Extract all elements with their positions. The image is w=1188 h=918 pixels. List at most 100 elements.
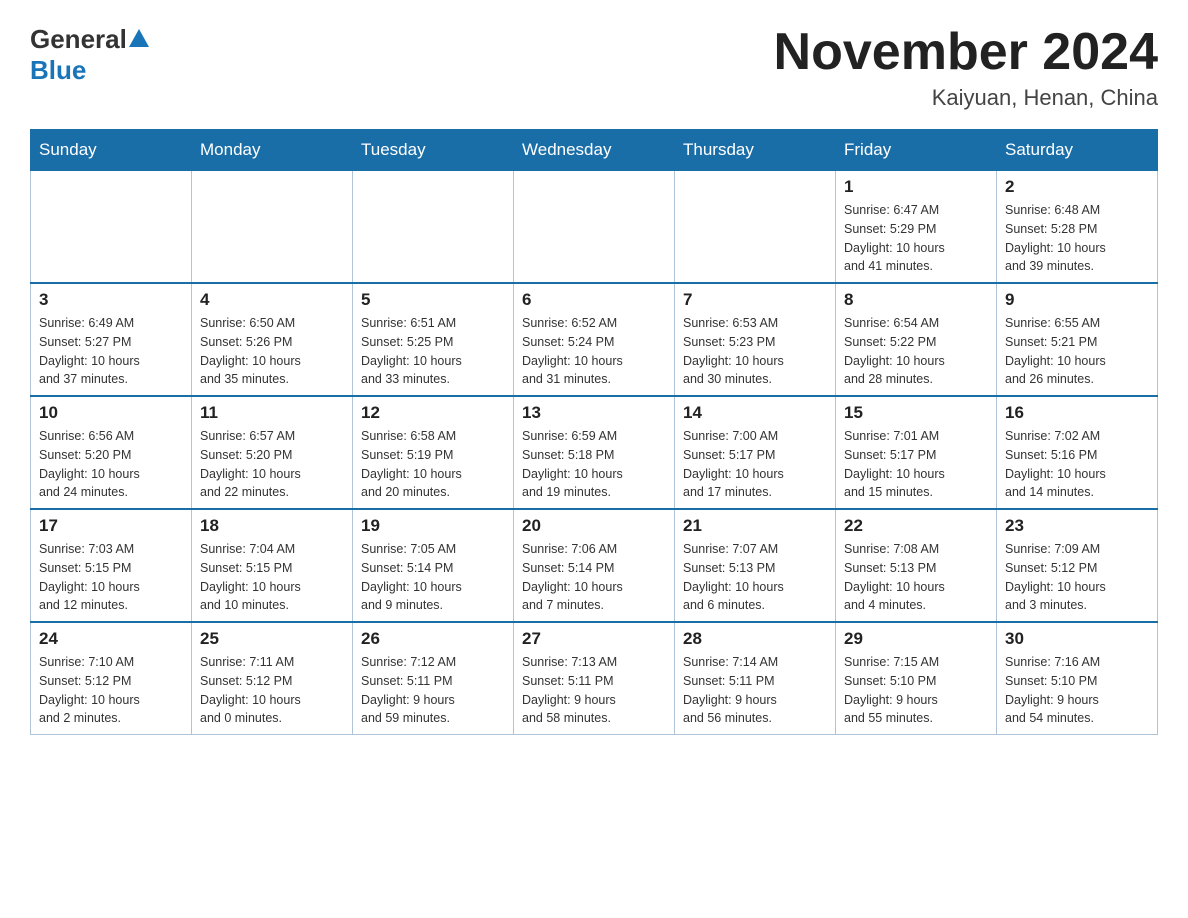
calendar-cell: 22Sunrise: 7:08 AM Sunset: 5:13 PM Dayli… <box>836 509 997 622</box>
cell-info: Sunrise: 6:59 AM Sunset: 5:18 PM Dayligh… <box>522 427 666 502</box>
week-row-1: 1 Sunrise: 6:47 AM Sunset: 5:29 PM Daylig… <box>31 171 1158 284</box>
calendar-cell <box>192 171 353 284</box>
cell-day-number: 14 <box>683 403 827 423</box>
calendar-cell: 26 Sunrise: 7:12 AM Sunset: 5:11 PM Dayli… <box>353 622 514 735</box>
cell-info: Sunrise: 7:10 AM Sunset: 5:12 PM Dayligh… <box>39 653 183 728</box>
calendar-cell <box>31 171 192 284</box>
cell-day-number: 29 <box>844 629 988 649</box>
cell-info: Sunrise: 7:09 AM Sunset: 5:12 PM Dayligh… <box>1005 540 1149 615</box>
cell-day-number: 9 <box>1005 290 1149 310</box>
calendar-cell: 18 Sunrise: 7:04 AM Sunset: 5:15 PM Dayli… <box>192 509 353 622</box>
calendar-cell: 7Sunrise: 6:53 AM Sunset: 5:23 PM Daylig… <box>675 283 836 396</box>
cell-day-number: 3 <box>39 290 183 310</box>
cell-day-number: 15 <box>844 403 988 423</box>
cell-info: Sunrise: 6:49 AM Sunset: 5:27 PM Dayligh… <box>39 314 183 389</box>
calendar-cell: 1 Sunrise: 6:47 AM Sunset: 5:29 PM Daylig… <box>836 171 997 284</box>
cell-info: Sunrise: 6:53 AM Sunset: 5:23 PM Dayligh… <box>683 314 827 389</box>
cell-day-number: 21 <box>683 516 827 536</box>
calendar-cell: 5 Sunrise: 6:51 AM Sunset: 5:25 PM Daylig… <box>353 283 514 396</box>
calendar-cell <box>675 171 836 284</box>
day-header-friday: Friday <box>836 130 997 171</box>
cell-info: Sunrise: 6:47 AM Sunset: 5:29 PM Dayligh… <box>844 201 988 276</box>
cell-info: Sunrise: 7:04 AM Sunset: 5:15 PM Dayligh… <box>200 540 344 615</box>
cell-info: Sunrise: 7:12 AM Sunset: 5:11 PM Dayligh… <box>361 653 505 728</box>
cell-info: Sunrise: 6:57 AM Sunset: 5:20 PM Dayligh… <box>200 427 344 502</box>
day-header-monday: Monday <box>192 130 353 171</box>
cell-info: Sunrise: 7:08 AM Sunset: 5:13 PM Dayligh… <box>844 540 988 615</box>
cell-day-number: 10 <box>39 403 183 423</box>
calendar-cell: 17 Sunrise: 7:03 AM Sunset: 5:15 PM Dayli… <box>31 509 192 622</box>
calendar-cell: 8Sunrise: 6:54 AM Sunset: 5:22 PM Daylig… <box>836 283 997 396</box>
calendar-cell: 25 Sunrise: 7:11 AM Sunset: 5:12 PM Dayli… <box>192 622 353 735</box>
calendar-cell: 23 Sunrise: 7:09 AM Sunset: 5:12 PM Dayli… <box>997 509 1158 622</box>
cell-day-number: 5 <box>361 290 505 310</box>
day-header-saturday: Saturday <box>997 130 1158 171</box>
cell-info: Sunrise: 6:56 AM Sunset: 5:20 PM Dayligh… <box>39 427 183 502</box>
calendar-cell: 10 Sunrise: 6:56 AM Sunset: 5:20 PM Dayli… <box>31 396 192 509</box>
calendar-cell: 24 Sunrise: 7:10 AM Sunset: 5:12 PM Dayli… <box>31 622 192 735</box>
cell-day-number: 26 <box>361 629 505 649</box>
calendar-cell: 3 Sunrise: 6:49 AM Sunset: 5:27 PM Daylig… <box>31 283 192 396</box>
calendar-title: November 2024 <box>774 24 1158 81</box>
logo: General Blue <box>30 24 151 86</box>
cell-day-number: 11 <box>200 403 344 423</box>
cell-info: Sunrise: 6:58 AM Sunset: 5:19 PM Dayligh… <box>361 427 505 502</box>
calendar-cell: 16 Sunrise: 7:02 AM Sunset: 5:16 PM Dayli… <box>997 396 1158 509</box>
calendar-cell: 29 Sunrise: 7:15 AM Sunset: 5:10 PM Dayli… <box>836 622 997 735</box>
calendar-cell: 13 Sunrise: 6:59 AM Sunset: 5:18 PM Dayli… <box>514 396 675 509</box>
cell-day-number: 1 <box>844 177 988 197</box>
cell-day-number: 27 <box>522 629 666 649</box>
calendar-cell: 4 Sunrise: 6:50 AM Sunset: 5:26 PM Daylig… <box>192 283 353 396</box>
cell-info: Sunrise: 7:01 AM Sunset: 5:17 PM Dayligh… <box>844 427 988 502</box>
week-row-4: 17 Sunrise: 7:03 AM Sunset: 5:15 PM Dayli… <box>31 509 1158 622</box>
calendar-cell: 12 Sunrise: 6:58 AM Sunset: 5:19 PM Dayli… <box>353 396 514 509</box>
cell-info: Sunrise: 7:16 AM Sunset: 5:10 PM Dayligh… <box>1005 653 1149 728</box>
cell-day-number: 25 <box>200 629 344 649</box>
cell-info: Sunrise: 7:02 AM Sunset: 5:16 PM Dayligh… <box>1005 427 1149 502</box>
cell-day-number: 4 <box>200 290 344 310</box>
cell-day-number: 28 <box>683 629 827 649</box>
cell-day-number: 16 <box>1005 403 1149 423</box>
calendar-subtitle: Kaiyuan, Henan, China <box>774 85 1158 111</box>
calendar-cell: 20 Sunrise: 7:06 AM Sunset: 5:14 PM Dayli… <box>514 509 675 622</box>
cell-info: Sunrise: 6:50 AM Sunset: 5:26 PM Dayligh… <box>200 314 344 389</box>
day-header-wednesday: Wednesday <box>514 130 675 171</box>
logo-triangle-icon <box>129 29 149 47</box>
cell-info: Sunrise: 6:48 AM Sunset: 5:28 PM Dayligh… <box>1005 201 1149 276</box>
day-header-thursday: Thursday <box>675 130 836 171</box>
calendar-cell: 9 Sunrise: 6:55 AM Sunset: 5:21 PM Daylig… <box>997 283 1158 396</box>
logo-general-text: General <box>30 24 127 55</box>
cell-info: Sunrise: 7:11 AM Sunset: 5:12 PM Dayligh… <box>200 653 344 728</box>
cell-day-number: 12 <box>361 403 505 423</box>
cell-day-number: 19 <box>361 516 505 536</box>
calendar-cell: 19 Sunrise: 7:05 AM Sunset: 5:14 PM Dayli… <box>353 509 514 622</box>
cell-day-number: 17 <box>39 516 183 536</box>
cell-info: Sunrise: 6:51 AM Sunset: 5:25 PM Dayligh… <box>361 314 505 389</box>
calendar-cell: 27 Sunrise: 7:13 AM Sunset: 5:11 PM Dayli… <box>514 622 675 735</box>
week-row-2: 3 Sunrise: 6:49 AM Sunset: 5:27 PM Daylig… <box>31 283 1158 396</box>
cell-info: Sunrise: 7:15 AM Sunset: 5:10 PM Dayligh… <box>844 653 988 728</box>
day-header-sunday: Sunday <box>31 130 192 171</box>
cell-day-number: 23 <box>1005 516 1149 536</box>
cell-day-number: 13 <box>522 403 666 423</box>
cell-info: Sunrise: 7:13 AM Sunset: 5:11 PM Dayligh… <box>522 653 666 728</box>
title-area: November 2024 Kaiyuan, Henan, China <box>774 24 1158 111</box>
cell-info: Sunrise: 6:55 AM Sunset: 5:21 PM Dayligh… <box>1005 314 1149 389</box>
calendar-cell: 15 Sunrise: 7:01 AM Sunset: 5:17 PM Dayli… <box>836 396 997 509</box>
cell-day-number: 24 <box>39 629 183 649</box>
cell-info: Sunrise: 7:03 AM Sunset: 5:15 PM Dayligh… <box>39 540 183 615</box>
cell-info: Sunrise: 7:06 AM Sunset: 5:14 PM Dayligh… <box>522 540 666 615</box>
calendar-cell: 28Sunrise: 7:14 AM Sunset: 5:11 PM Dayli… <box>675 622 836 735</box>
calendar-cell <box>514 171 675 284</box>
week-row-3: 10 Sunrise: 6:56 AM Sunset: 5:20 PM Dayli… <box>31 396 1158 509</box>
cell-info: Sunrise: 6:54 AM Sunset: 5:22 PM Dayligh… <box>844 314 988 389</box>
cell-day-number: 20 <box>522 516 666 536</box>
cell-day-number: 30 <box>1005 629 1149 649</box>
calendar-cell: 14Sunrise: 7:00 AM Sunset: 5:17 PM Dayli… <box>675 396 836 509</box>
cell-info: Sunrise: 7:05 AM Sunset: 5:14 PM Dayligh… <box>361 540 505 615</box>
cell-day-number: 2 <box>1005 177 1149 197</box>
cell-info: Sunrise: 7:07 AM Sunset: 5:13 PM Dayligh… <box>683 540 827 615</box>
calendar-cell: 21 Sunrise: 7:07 AM Sunset: 5:13 PM Dayli… <box>675 509 836 622</box>
cell-day-number: 18 <box>200 516 344 536</box>
calendar-table: SundayMondayTuesdayWednesdayThursdayFrid… <box>30 129 1158 735</box>
